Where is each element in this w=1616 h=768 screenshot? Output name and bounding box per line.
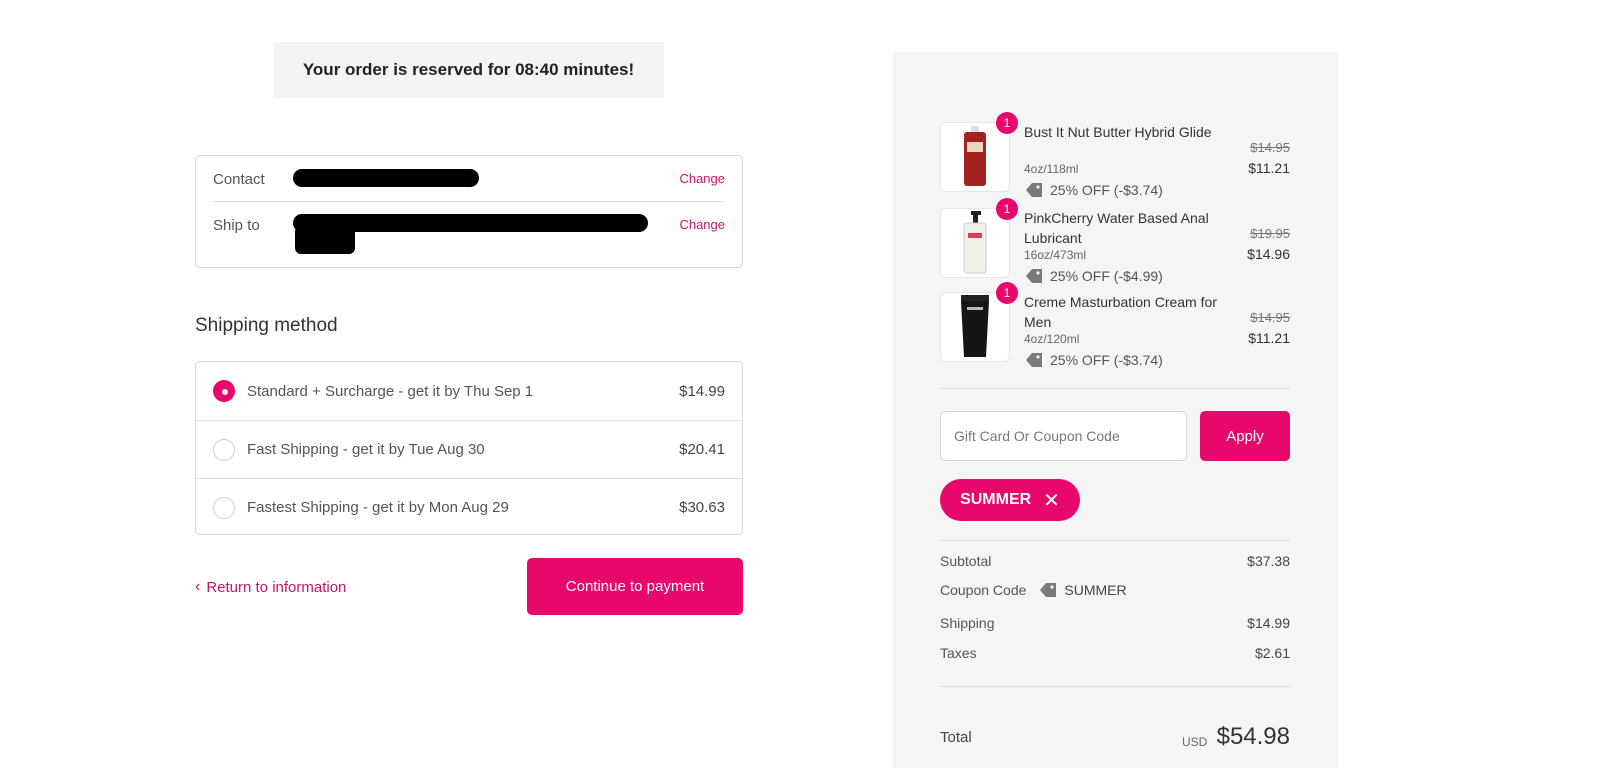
shipping-option-label: Fastest Shipping - get it by Mon Aug 29 bbox=[247, 499, 509, 516]
discount-text: 25% OFF (-$4.99) bbox=[1050, 268, 1163, 284]
coupon-code-input[interactable] bbox=[940, 411, 1187, 461]
contact-label: Contact bbox=[213, 171, 265, 188]
ship-to-label: Ship to bbox=[213, 217, 260, 234]
discount-text: 25% OFF (-$3.74) bbox=[1050, 182, 1163, 198]
applied-coupon-code: SUMMER bbox=[960, 491, 1032, 508]
shipping-option-price: $30.63 bbox=[679, 499, 725, 516]
applied-coupon-pill: SUMMER ✕ bbox=[940, 479, 1080, 521]
taxes-line: Taxes $2.61 bbox=[940, 645, 1290, 661]
subtotal-line: Subtotal $37.38 bbox=[940, 553, 1290, 569]
continue-to-payment-button[interactable]: Continue to payment bbox=[527, 558, 743, 615]
shipping-option-label: Fast Shipping - get it by Tue Aug 30 bbox=[247, 441, 485, 458]
quantity-badge: 1 bbox=[996, 112, 1018, 134]
tag-icon bbox=[1026, 183, 1042, 197]
shipping-option-fastest[interactable]: Fastest Shipping - get it by Mon Aug 29 … bbox=[196, 478, 742, 534]
shipping-option-standard[interactable]: Standard + Surcharge - get it by Thu Sep… bbox=[196, 362, 742, 420]
divider bbox=[940, 388, 1290, 389]
shipping-method-heading: Shipping method bbox=[195, 315, 338, 336]
ship-to-row: Ship to Change bbox=[213, 202, 725, 268]
chevron-left-icon: ‹ bbox=[195, 578, 201, 595]
subtotal-label: Subtotal bbox=[940, 553, 992, 569]
tag-icon bbox=[1040, 583, 1057, 597]
tag-icon bbox=[1026, 269, 1042, 283]
reservation-banner: Your order is reserved for 08:40 minutes… bbox=[273, 42, 664, 98]
order-summary: 1 Bust It Nut Butter Hybrid Glide 4oz/11… bbox=[893, 52, 1338, 768]
total-value: $54.98 bbox=[1216, 723, 1290, 750]
cart-item: 1 PinkCherry Water Based Anal Lubricant … bbox=[940, 198, 1290, 292]
radio-fast[interactable] bbox=[213, 438, 235, 461]
change-contact-link[interactable]: Change bbox=[679, 171, 725, 186]
shipping-option-label: Standard + Surcharge - get it by Thu Sep… bbox=[247, 382, 534, 400]
original-price: $14.95 bbox=[1250, 140, 1290, 155]
shipping-value: $14.99 bbox=[1247, 615, 1290, 631]
product-name: Creme Masturbation Cream for Men bbox=[1024, 294, 1217, 330]
cart-item: 1 Creme Masturbation Cream for Men 4oz/1… bbox=[940, 282, 1290, 376]
quantity-badge: 1 bbox=[996, 282, 1018, 304]
return-to-information-link[interactable]: ‹ Return to information bbox=[195, 578, 346, 596]
original-price: $14.95 bbox=[1250, 310, 1290, 325]
change-address-link[interactable]: Change bbox=[679, 217, 725, 232]
shipping-label: Shipping bbox=[940, 615, 995, 631]
product-name: PinkCherry Water Based Anal Lubricant bbox=[1024, 210, 1209, 246]
quantity-badge: 1 bbox=[996, 198, 1018, 220]
product-discount: 25% OFF (-$4.99) bbox=[1024, 267, 1163, 285]
contact-redaction bbox=[293, 169, 479, 187]
radio-standard[interactable] bbox=[213, 380, 235, 402]
review-box: Contact Change Ship to Change bbox=[195, 155, 743, 268]
shipping-option-fast[interactable]: Fast Shipping - get it by Tue Aug 30 $20… bbox=[196, 420, 742, 478]
coupon-code: SUMMER bbox=[1064, 582, 1127, 598]
product-name: Bust It Nut Butter Hybrid Glide bbox=[1024, 124, 1212, 140]
coupon-line: Coupon Code SUMMER bbox=[940, 581, 1290, 599]
reservation-text: Your order is reserved for 08:40 minutes… bbox=[302, 60, 635, 79]
sale-price: $14.96 bbox=[1247, 246, 1290, 262]
product-size: 4oz/120ml bbox=[1024, 332, 1080, 346]
product-thumbnail bbox=[940, 208, 1010, 278]
taxes-value: $2.61 bbox=[1254, 645, 1290, 661]
sale-price: $11.21 bbox=[1248, 330, 1290, 346]
coupon-label: Coupon Code bbox=[940, 582, 1027, 598]
product-discount: 25% OFF (-$3.74) bbox=[1024, 351, 1163, 369]
original-price: $19.95 bbox=[1250, 226, 1290, 241]
product-thumbnail bbox=[940, 122, 1010, 192]
shipping-option-price: $20.41 bbox=[679, 441, 725, 458]
radio-fastest[interactable] bbox=[213, 496, 235, 519]
coupon-applied: SUMMER bbox=[1038, 581, 1127, 599]
taxes-label: Taxes bbox=[940, 645, 977, 661]
discount-text: 25% OFF (-$3.74) bbox=[1050, 352, 1163, 368]
subtotal-value: $37.38 bbox=[1247, 553, 1290, 569]
product-thumbnail bbox=[940, 292, 1010, 362]
cart-item: 1 Bust It Nut Butter Hybrid Glide 4oz/11… bbox=[940, 112, 1290, 206]
address-redaction-2 bbox=[295, 226, 355, 254]
divider bbox=[940, 540, 1290, 541]
contact-row: Contact Change bbox=[213, 156, 725, 202]
shipping-line: Shipping $14.99 bbox=[940, 615, 1290, 631]
tag-icon bbox=[1026, 353, 1042, 367]
divider bbox=[940, 686, 1290, 687]
return-label: Return to information bbox=[206, 578, 347, 596]
product-discount: 25% OFF (-$3.74) bbox=[1024, 181, 1163, 199]
apply-coupon-button[interactable]: Apply bbox=[1200, 411, 1290, 461]
shipping-option-price: $14.99 bbox=[679, 382, 725, 400]
sale-price: $11.21 bbox=[1248, 160, 1290, 176]
product-size: 4oz/118ml bbox=[1024, 162, 1079, 176]
remove-coupon-icon[interactable]: ✕ bbox=[1043, 488, 1060, 513]
product-size: 16oz/473ml bbox=[1024, 248, 1087, 262]
total-currency: USD bbox=[1182, 735, 1208, 749]
shipping-options: Standard + Surcharge - get it by Thu Sep… bbox=[195, 361, 743, 535]
total-label: Total bbox=[940, 729, 972, 746]
